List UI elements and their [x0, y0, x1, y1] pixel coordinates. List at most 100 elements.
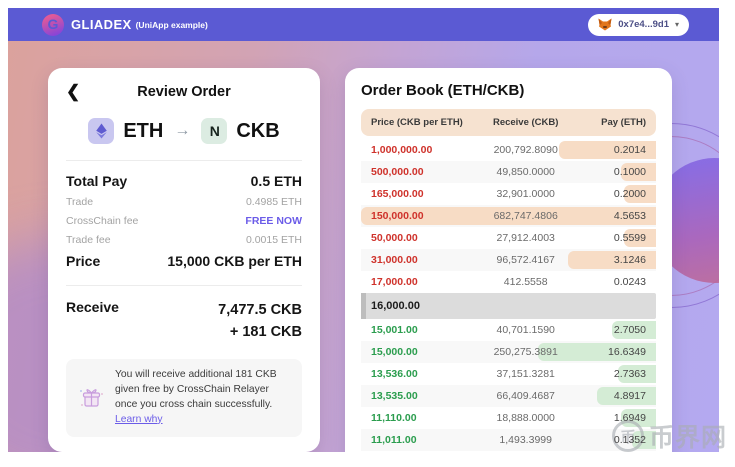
trade-fee-row: Trade fee 0.0015 ETH — [66, 234, 302, 246]
ob-pay-cell: 4.5653 — [573, 210, 646, 222]
col-receive: Receive (CKB) — [478, 117, 573, 128]
ob-price-cell: 1,000,000.00 — [371, 144, 478, 156]
order-book-title: Order Book (ETH/CKB) — [361, 82, 656, 99]
order-book-card: Order Book (ETH/CKB) Price (CKB per ETH)… — [345, 68, 672, 452]
ob-price-cell: 500,000.00 — [371, 166, 478, 178]
current-price-row: 16,000.00 — [361, 293, 656, 319]
orderbook-row[interactable]: 50,000.0027,912.40030.5599 — [361, 227, 656, 249]
crosschain-fee-row: CrossChain fee FREE NOW — [66, 215, 302, 227]
ob-receive-cell: 96,572.4167 — [478, 254, 573, 266]
chevron-down-icon: ▾ — [675, 20, 679, 29]
review-order-card: ❮ Review Order ETH → N CKB Total Pay 0.5… — [48, 68, 320, 452]
receive-bonus: + 181 CKB — [218, 321, 302, 343]
logo-letter: G — [48, 17, 59, 31]
ob-price-cell: 31,000.00 — [371, 254, 478, 266]
total-pay-row: Total Pay 0.5 ETH — [66, 173, 302, 189]
gift-note: You will receive additional 181 CKB give… — [66, 359, 302, 437]
trade-row: Trade 0.4985 ETH — [66, 196, 302, 208]
orderbook-row[interactable]: 165,000.0032,901.00000.2000 — [361, 183, 656, 205]
ob-receive-cell: 250,275.3891 — [478, 346, 573, 358]
ob-pay-cell: 16.6349 — [573, 346, 646, 358]
orderbook-row[interactable]: 11,011.001,493.39990.1352 — [361, 429, 656, 451]
ob-price-cell: 13,535.00 — [371, 390, 478, 402]
orderbook-row[interactable]: 13,536.0037,151.32812.7363 — [361, 363, 656, 385]
orderbook-row[interactable]: 13,535.0066,409.46874.8917 — [361, 385, 656, 407]
total-pay-label: Total Pay — [66, 173, 127, 189]
fee-summary: Total Pay 0.5 ETH Trade 0.4985 ETH Cross… — [66, 173, 302, 269]
order-book-header: Price (CKB per ETH) Receive (CKB) Pay (E… — [361, 109, 656, 136]
wallet-button[interactable]: 0x7e4...9d1 ▾ — [588, 14, 689, 36]
orderbook-row[interactable]: 15,000.00250,275.389116.6349 — [361, 341, 656, 363]
ob-price-cell: 15,001.00 — [371, 324, 478, 336]
ob-price-cell: 13,536.00 — [371, 368, 478, 380]
crosschain-fee-value: FREE NOW — [245, 215, 302, 227]
orderbook-row[interactable]: 1,000.0010,000.00001.0101 — [361, 451, 656, 452]
ob-pay-cell: 2.7050 — [573, 324, 646, 336]
ob-pay-cell: 4.8917 — [573, 390, 646, 402]
ob-price-cell: 17,000.00 — [371, 276, 478, 288]
ob-pay-cell: 1.6949 — [573, 412, 646, 424]
ob-receive-cell: 40,701.1590 — [478, 324, 573, 336]
col-pay: Pay (ETH) — [573, 117, 646, 128]
gift-note-body: You will receive additional 181 CKB give… — [115, 369, 277, 410]
trade-fee-value: 0.0015 ETH — [246, 234, 302, 246]
receive-value: 7,477.5 CKB — [218, 299, 302, 321]
ob-pay-cell: 0.0243 — [573, 276, 646, 288]
divider — [66, 160, 302, 161]
to-token-name: CKB — [236, 120, 279, 143]
gift-icon — [76, 368, 106, 428]
page-title: Review Order — [66, 82, 302, 102]
price-label: Price — [66, 253, 100, 269]
orderbook-row[interactable]: 150,000.00682,747.48064.5653 — [361, 205, 656, 227]
ob-receive-cell: 200,792.8090 — [478, 144, 573, 156]
trade-fee-label: Trade fee — [66, 234, 111, 246]
orderbook-row[interactable]: 17,000.00412.55580.0243 — [361, 271, 656, 293]
ethereum-diamond-icon — [94, 123, 109, 139]
wallet-address: 0x7e4...9d1 — [618, 19, 669, 30]
back-button[interactable]: ❮ — [66, 82, 80, 102]
divider — [66, 285, 302, 286]
ob-receive-cell: 412.5558 — [478, 276, 573, 288]
crosschain-fee-label: CrossChain fee — [66, 215, 138, 227]
ob-price-cell: 16,000.00 — [371, 300, 478, 312]
top-bar: G GLIADEX (UniApp example) 0x7e4...9d1 ▾ — [8, 8, 719, 41]
brand-suffix: (UniApp example) — [136, 20, 208, 30]
ob-pay-cell: 0.5599 — [573, 232, 646, 244]
ob-pay-cell: 0.2000 — [573, 188, 646, 200]
ob-pay-cell: 0.1352 — [573, 434, 646, 446]
eth-token-icon — [88, 118, 114, 144]
receive-summary: Receive 7,477.5 CKB + 181 CKB — [66, 299, 302, 344]
ob-price-cell: 150,000.00 — [371, 210, 478, 222]
order-book-table: Price (CKB per ETH) Receive (CKB) Pay (E… — [361, 109, 656, 452]
ob-price-cell: 165,000.00 — [371, 188, 478, 200]
gift-note-text: You will receive additional 181 CKB give… — [115, 368, 292, 428]
ob-price-cell: 15,000.00 — [371, 346, 478, 358]
ob-receive-cell: 1,493.3999 — [478, 434, 573, 446]
ob-receive-cell: 682,747.4806 — [478, 210, 573, 222]
ob-price-cell: 11,011.00 — [371, 434, 478, 446]
orderbook-row[interactable]: 15,001.0040,701.15902.7050 — [361, 319, 656, 341]
nervos-n-icon: N — [210, 123, 219, 139]
orderbook-row[interactable]: 1,000,000.00200,792.80900.2014 — [361, 139, 656, 161]
ob-pay-cell: 0.2014 — [573, 144, 646, 156]
metamask-fox-icon — [598, 18, 612, 31]
brand-name: GLIADEX — [71, 17, 132, 32]
ob-price-cell: 11,110.00 — [371, 412, 478, 424]
ob-receive-cell: 49,850.0000 — [478, 166, 573, 178]
orderbook-row[interactable]: 500,000.0049,850.00000.1000 — [361, 161, 656, 183]
ob-pay-cell: 0.1000 — [573, 166, 646, 178]
from-token-name: ETH — [123, 120, 163, 143]
orderbook-row[interactable]: 31,000.0096,572.41673.1246 — [361, 249, 656, 271]
trade-label: Trade — [66, 196, 93, 208]
arrow-right-icon: → — [174, 122, 190, 140]
learn-why-link[interactable]: Learn why — [115, 414, 163, 425]
token-pair: ETH → N CKB — [66, 118, 302, 144]
price-value: 15,000 CKB per ETH — [167, 253, 302, 269]
orderbook-row[interactable]: 11,110.0018,888.00001.6949 — [361, 407, 656, 429]
app-background: G GLIADEX (UniApp example) 0x7e4...9d1 ▾… — [8, 8, 719, 452]
orderbook-rows: 1,000,000.00200,792.80900.2014500,000.00… — [361, 139, 656, 452]
ob-price-cell: 50,000.00 — [371, 232, 478, 244]
total-pay-value: 0.5 ETH — [251, 173, 302, 189]
trade-value: 0.4985 ETH — [246, 196, 302, 208]
receive-label: Receive — [66, 299, 119, 344]
